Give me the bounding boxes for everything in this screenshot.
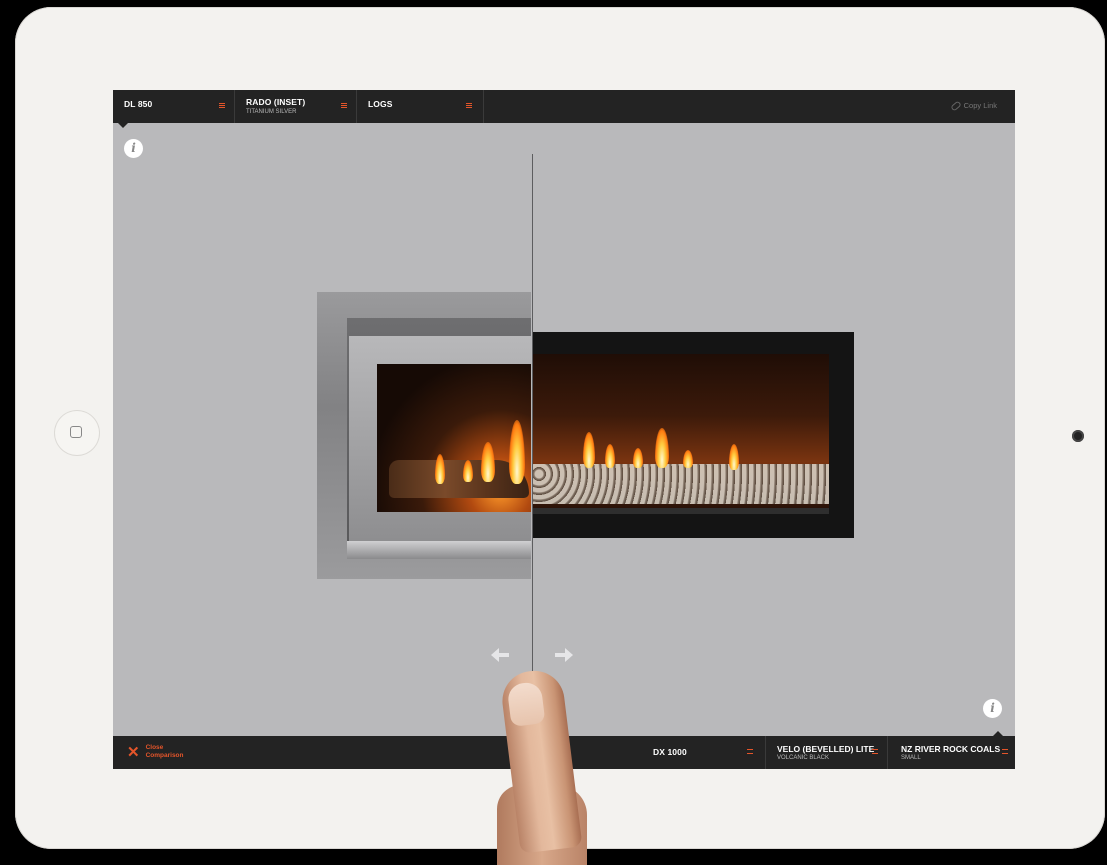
close-icon: ✕ (127, 743, 140, 761)
left-fireplace-image (317, 292, 531, 579)
top-segment-frame[interactable]: RADO (INSET) TITANIUM SILVER (235, 90, 357, 123)
hamburger-icon[interactable] (747, 749, 753, 754)
arrow-left-icon[interactable] (491, 648, 511, 662)
close-comparison-label: Close Comparison (145, 744, 184, 759)
info-icon-left[interactable]: i (124, 139, 143, 158)
top-segment-fuel-bed[interactable]: LOGS (357, 90, 484, 123)
copy-link-button[interactable]: Copy Link (949, 99, 997, 112)
link-icon (949, 99, 962, 112)
info-icon-right[interactable]: i (983, 699, 1002, 718)
segment-subtitle: VOLCANIC BLACK (777, 755, 830, 761)
bottom-segment-frame[interactable]: VELO (BEVELLED) LITE VOLCANIC BLACK (765, 736, 887, 769)
segment-title: NZ RIVER ROCK COALS (901, 744, 1001, 754)
segment-subtitle: TITANIUM SILVER (246, 109, 297, 115)
finger-overlay (497, 667, 587, 865)
segment-title: RADO (INSET) (246, 97, 306, 107)
segment-subtitle: SMALL (901, 755, 921, 761)
right-fireplace-image (533, 332, 854, 538)
top-segment-model[interactable]: DL 850 (113, 90, 235, 123)
bottom-segment-model[interactable]: DX 1000 (641, 736, 765, 769)
hamburger-icon[interactable] (466, 103, 472, 108)
hamburger-icon[interactable] (872, 749, 878, 754)
bottom-segment-fuel-bed[interactable]: NZ RIVER ROCK COALS SMALL (887, 736, 1015, 769)
home-square-icon (70, 426, 82, 438)
top-product-bar: DL 850 RADO (INSET) TITANIUM SILVER LOGS… (113, 90, 1015, 123)
active-segment-pointer (993, 731, 1003, 736)
segment-title: DL 850 (124, 99, 153, 109)
app-screen: DL 850 RADO (INSET) TITANIUM SILVER LOGS… (113, 90, 1015, 769)
copy-link-label: Copy Link (963, 101, 997, 110)
hamburger-icon[interactable] (1002, 749, 1008, 754)
hamburger-icon[interactable] (219, 103, 225, 108)
segment-title: VELO (BEVELLED) LITE (777, 744, 875, 754)
segment-title: LOGS (368, 99, 393, 109)
home-button[interactable] (55, 411, 99, 455)
close-comparison-button[interactable]: ✕ Close Comparison (127, 744, 186, 760)
hamburger-icon[interactable] (341, 103, 347, 108)
front-camera (1072, 430, 1084, 442)
segment-title: DX 1000 (653, 747, 687, 757)
arrow-right-icon[interactable] (553, 648, 573, 662)
active-segment-pointer (118, 123, 128, 128)
